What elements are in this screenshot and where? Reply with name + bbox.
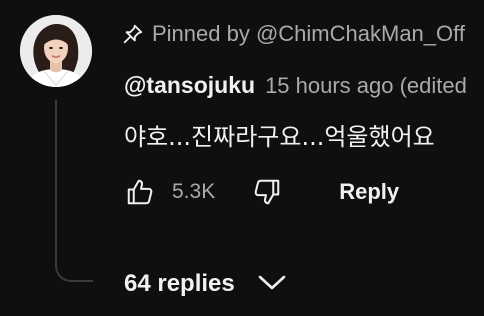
pinned-indicator: Pinned by @ChimChakMan_Off [122, 20, 465, 48]
like-count: 5.3K [172, 180, 216, 203]
avatar-image [20, 15, 92, 87]
comment-actions: 5.3K Reply [124, 172, 399, 212]
comment-body: 야호...진짜라구요...억울했어요 [124, 123, 435, 151]
chevron-down-icon [257, 272, 287, 297]
reply-button[interactable]: Reply [339, 179, 399, 205]
avatar[interactable] [20, 15, 92, 87]
thumbs-up-icon[interactable] [124, 176, 156, 208]
pin-icon [122, 23, 144, 45]
comment-thread: Pinned by @ChimChakMan_Off @tansojuku 15… [0, 0, 484, 316]
view-replies-button[interactable]: 64 replies [124, 266, 287, 302]
comment-author-link[interactable]: @tansojuku [124, 72, 255, 99]
thumbs-down-icon[interactable] [251, 176, 283, 208]
replies-count-label: 64 replies [124, 270, 235, 297]
thread-connector-line [55, 100, 93, 282]
pinned-label: Pinned by @ChimChakMan_Off [152, 21, 465, 46]
comment-header: @tansojuku 15 hours ago (edited [124, 72, 467, 99]
comment-timestamp[interactable]: 15 hours ago (edited [265, 73, 467, 99]
